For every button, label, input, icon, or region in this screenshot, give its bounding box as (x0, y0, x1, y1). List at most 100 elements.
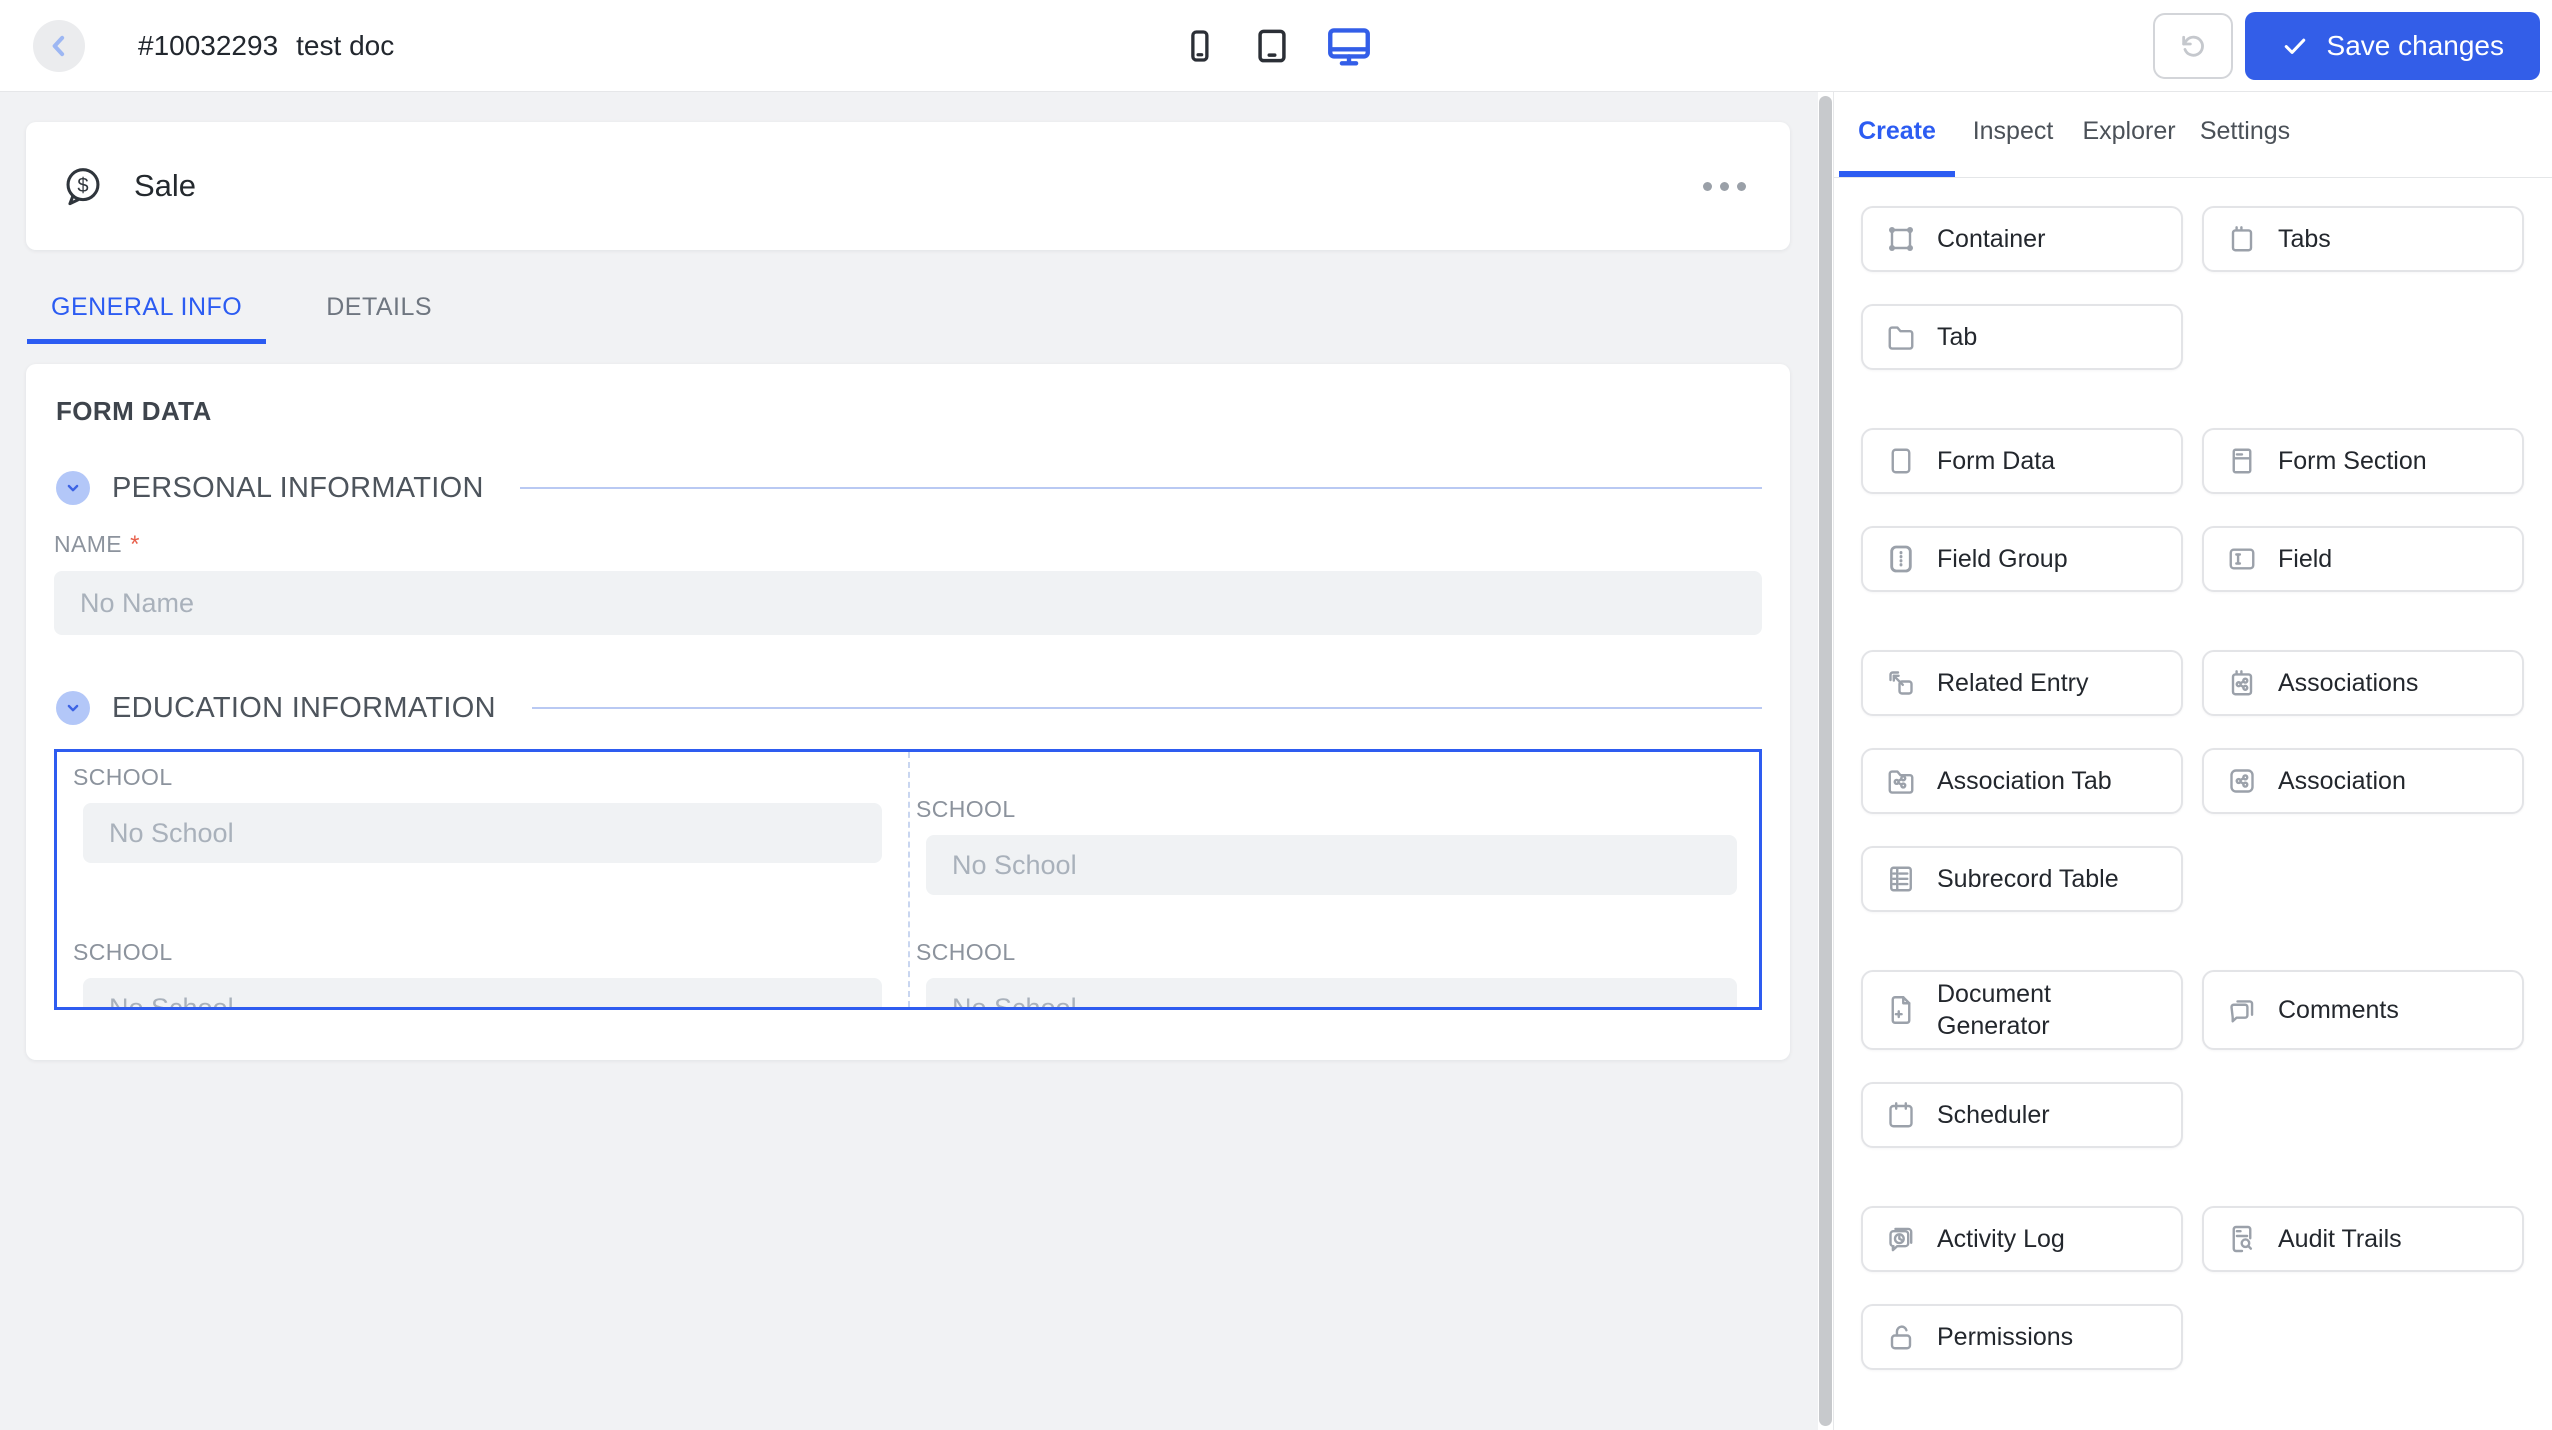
component-label: Form Section (2278, 447, 2427, 475)
save-changes-button[interactable]: Save changes (2244, 12, 2540, 80)
component-label: Association Tab (1937, 767, 2112, 795)
tablet-icon (1250, 24, 1294, 68)
tab-inspect[interactable]: Inspect (1955, 92, 2071, 177)
component-related-entry-button[interactable]: Related Entry (1861, 650, 2183, 716)
field-label: NAME * (54, 531, 140, 558)
canvas-scrollbar[interactable] (1818, 92, 1833, 1430)
save-changes-label: Save changes (2326, 30, 2504, 61)
device-preview-toggle (1178, 0, 1374, 92)
field-school[interactable]: SCHOOL (908, 895, 1759, 1007)
desktop-preview-button[interactable] (1324, 21, 1374, 71)
component-label: Form Data (1937, 447, 2056, 475)
field-name[interactable]: NAME * (54, 531, 1762, 635)
field-school[interactable]: SCHOOL (57, 752, 908, 895)
sidebar-tabs: Create Inspect Explorer Settings (1834, 92, 2552, 178)
tab-icon (1883, 319, 1919, 355)
tab-details[interactable]: DETAILS (302, 293, 456, 344)
column-divider (908, 752, 910, 1007)
component-tabs-button[interactable]: Tabs (2202, 206, 2524, 272)
tabs-icon (2224, 221, 2260, 257)
tab-create[interactable]: Create (1839, 92, 1955, 177)
sale-bubble-dollar-icon: $ (60, 163, 106, 209)
tab-general-info[interactable]: GENERAL INFO (27, 293, 267, 344)
svg-text:$: $ (77, 175, 88, 197)
component-label: Scheduler (1937, 1101, 2050, 1129)
component-label: Tab (1937, 323, 1978, 351)
scrollbar-thumb[interactable] (1819, 96, 1832, 1426)
field-group-icon (1883, 541, 1919, 577)
component-label: Associations (2278, 669, 2419, 697)
section-title: PERSONAL INFORMATION (112, 471, 484, 504)
section-education-information: EDUCATION INFORMATION (54, 691, 1762, 725)
record-page-tabs: GENERAL INFO DETAILS (26, 250, 1790, 344)
top-bar: #10032293 test doc Save changes (0, 0, 2552, 92)
subrecord-table-icon (1883, 861, 1919, 897)
component-audit-trails-button[interactable]: Audit Trails (2202, 1206, 2524, 1272)
component-label: Association (2278, 767, 2406, 795)
component-field-button[interactable]: Field (2202, 526, 2524, 592)
section-personal-information: PERSONAL INFORMATION (54, 471, 1762, 505)
component-association-tab-button[interactable]: Association Tab (1861, 748, 2183, 814)
section-divider-line (519, 487, 1762, 489)
form-data-icon (1883, 443, 1919, 479)
form-data-card: FORM DATA PERSONAL INFORMATION NAME * No… (26, 364, 1790, 1060)
component-label: Related Entry (1937, 669, 2089, 697)
chevron-down-icon (62, 477, 84, 499)
component-label: Audit Trails (2278, 1225, 2402, 1253)
collapse-section-button[interactable] (56, 471, 90, 505)
component-subrecord-table-button[interactable]: Subrecord Table (1861, 846, 2183, 912)
component-document-generator-button[interactable]: Document Generator (1861, 970, 2183, 1050)
component-label: Activity Log (1937, 1225, 2065, 1253)
component-comments-button[interactable]: Comments (2202, 970, 2524, 1050)
collapse-section-button[interactable] (56, 691, 90, 725)
module-title: Sale (134, 168, 197, 203)
component-association-button[interactable]: Association (2202, 748, 2524, 814)
component-group: Activity Log Audit Trails Permissions (1861, 1206, 2524, 1370)
tablet-preview-button[interactable] (1250, 24, 1294, 68)
section-divider-line (531, 707, 1762, 709)
document-id: #10032293 (138, 30, 279, 61)
school-input-4[interactable] (926, 978, 1737, 1007)
school-input-3[interactable] (83, 978, 882, 1007)
component-field-group-button[interactable]: Field Group (1861, 526, 2183, 592)
document-name: test doc (296, 30, 395, 61)
form-builder-canvas: $ Sale GENERAL INFO DETAILS FORM DATA PE… (0, 92, 1818, 1430)
school-input-1[interactable] (83, 803, 882, 863)
back-button[interactable] (33, 20, 85, 72)
component-form-data-button[interactable]: Form Data (1861, 428, 2183, 494)
field-label: SCHOOL (73, 764, 173, 790)
field-label: SCHOOL (73, 939, 173, 965)
component-associations-button[interactable]: Associations (2202, 650, 2524, 716)
form-section-icon (2224, 443, 2260, 479)
component-activity-log-button[interactable]: Activity Log (1861, 1206, 2183, 1272)
component-form-section-button[interactable]: Form Section (2202, 428, 2524, 494)
name-input[interactable] (54, 571, 1762, 635)
component-group: Container Tabs Tab (1861, 206, 2524, 370)
phone-preview-button[interactable] (1178, 25, 1220, 67)
card-menu-button[interactable] (1693, 172, 1756, 201)
document-generator-icon (1883, 992, 1919, 1028)
chevron-down-icon (62, 697, 84, 719)
component-label: Container (1937, 225, 2046, 253)
component-group: Form Data Form Section Field Group Field (1861, 428, 2524, 592)
field-school[interactable]: SCHOOL (57, 895, 908, 1007)
component-container-button[interactable]: Container (1861, 206, 2183, 272)
school-input-2[interactable] (926, 835, 1737, 895)
component-permissions-button[interactable]: Permissions (1861, 1304, 2183, 1370)
tab-explorer[interactable]: Explorer (2071, 92, 2187, 177)
related-entry-icon (1883, 665, 1919, 701)
check-icon (2281, 32, 2309, 60)
selected-field-group[interactable]: field-group SCHOOLSCHOOLSCHOOLSCHOOL (54, 749, 1762, 1010)
component-scheduler-button[interactable]: Scheduler (1861, 1082, 2183, 1148)
component-label: Field Group (1937, 545, 2068, 573)
module-header-card[interactable]: $ Sale (26, 122, 1790, 250)
field-school[interactable]: SCHOOL (908, 752, 1759, 895)
component-group: Related Entry Associations Association Tab… (1861, 650, 2524, 912)
association-tab-icon (1883, 763, 1919, 799)
component-tab-button[interactable]: Tab (1861, 304, 2183, 370)
activity-log-icon (1883, 1221, 1919, 1257)
associations-icon (2224, 665, 2260, 701)
undo-button[interactable] (2152, 13, 2233, 79)
undo-icon (2177, 30, 2209, 62)
tab-settings[interactable]: Settings (2187, 92, 2303, 177)
